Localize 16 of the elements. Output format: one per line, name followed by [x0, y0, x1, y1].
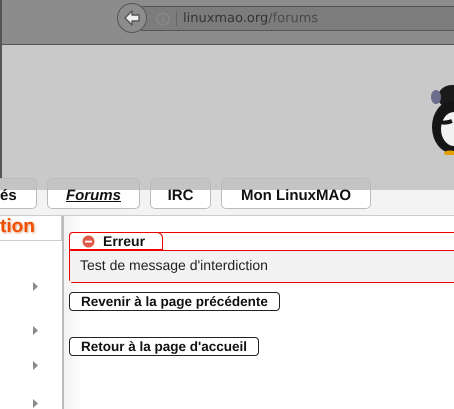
- submenu-arrow-icon[interactable]: [33, 399, 38, 408]
- nav-tab[interactable]: Mon LinuxMAO: [221, 178, 371, 209]
- submenu-arrow-icon[interactable]: [33, 360, 38, 370]
- mascot-drawing: [428, 83, 454, 155]
- nav-tab[interactable]: Forums: [47, 178, 140, 209]
- error-message: Test de message d'interdiction: [70, 250, 454, 282]
- nav-button[interactable]: Retour à la page d'accueil: [69, 337, 260, 356]
- back-arrow-icon: [123, 9, 141, 27]
- stop-icon: [82, 234, 95, 248]
- nav-button[interactable]: Revenir à la page précédente: [69, 292, 280, 311]
- submenu-arrow-icon[interactable]: [33, 282, 38, 291]
- error-title: Erreur: [103, 233, 146, 249]
- nav-tab[interactable]: IRC: [150, 178, 211, 209]
- back-button[interactable]: [117, 3, 147, 33]
- submenu-arrow-icon[interactable]: [33, 326, 38, 334]
- nav-tab[interactable]: és: [0, 178, 37, 209]
